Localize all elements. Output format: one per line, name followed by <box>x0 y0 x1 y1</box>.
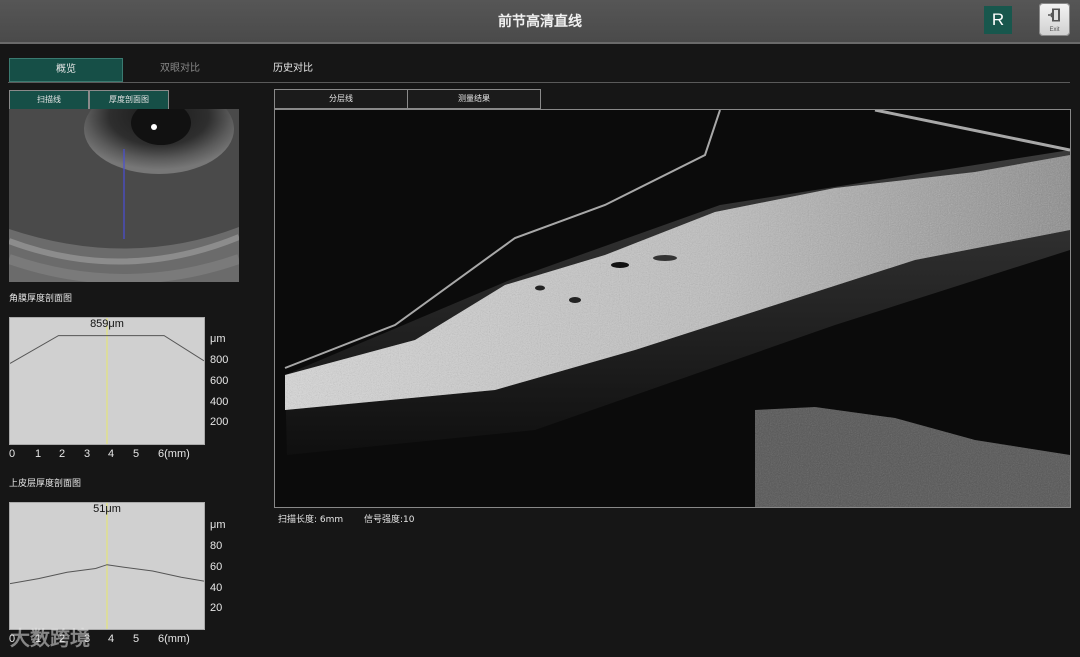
exit-door-icon <box>1048 8 1060 22</box>
watermark: 大数跨境 <box>10 626 90 650</box>
cornea-plot-area: 859μm <box>9 317 205 445</box>
oct-cross-section <box>275 110 1070 507</box>
epithelium-y-tick: 40 <box>210 582 223 594</box>
cornea-x-tick: 3 <box>84 448 91 460</box>
page-title: 前节高清直线 <box>498 14 582 30</box>
cornea-y-tick: 200 <box>210 416 229 428</box>
epithelium-y-tick: 80 <box>210 540 223 552</box>
tab-thickness-profile[interactable]: 厚度剖面图 <box>89 90 169 110</box>
epithelium-readout: 51μm <box>93 503 121 515</box>
cornea-chart-title: 角膜厚度剖面图 <box>9 294 73 304</box>
cornea-readout: 859μm <box>90 318 124 330</box>
main-tab-bar: 概览 双眼对比 历史对比 <box>8 58 1070 83</box>
exit-label: Exit <box>1049 27 1060 33</box>
cornea-x-tick: 2 <box>59 448 66 460</box>
cornea-x-tick: 1 <box>35 448 42 460</box>
cornea-y-tick: 600 <box>210 375 229 387</box>
tab-measurement-results[interactable]: 测量结果 <box>407 89 541 109</box>
cornea-x-tick: 0 <box>9 448 16 460</box>
tab-scan-line[interactable]: 扫描线 <box>9 90 89 110</box>
title-bar: 前节高清直线 R Exit <box>0 0 1080 44</box>
tab-history-compare[interactable]: 历史对比 <box>244 58 342 80</box>
cornea-thickness-chart <box>9 318 205 444</box>
epithelium-x-tick: 4 <box>108 633 115 645</box>
cornea-y-tick: 800 <box>210 354 229 366</box>
epithelium-thickness-chart <box>9 503 205 629</box>
signal-strength-status: 信号强度:10 <box>364 515 415 525</box>
epithelium-unit-label: μm <box>210 519 226 531</box>
cornea-x-tick: 4 <box>108 448 115 460</box>
epithelium-x-tick: 5 <box>133 633 140 645</box>
oct-scan-image[interactable] <box>274 109 1071 508</box>
exit-button[interactable]: Exit <box>1039 3 1070 36</box>
eye-scan-image[interactable] <box>9 109 239 282</box>
epithelium-y-tick: 20 <box>210 602 223 614</box>
eye-photo <box>9 109 239 282</box>
epithelium-y-tick: 60 <box>210 561 223 573</box>
cornea-y-tick: 400 <box>210 396 229 408</box>
epithelium-chart-title: 上皮层厚度剖面图 <box>9 479 82 489</box>
cornea-unit-label: μm <box>210 333 226 345</box>
right-eye-badge[interactable]: R <box>984 6 1012 34</box>
cornea-x-tick: 6(mm) <box>158 448 190 460</box>
tab-layer-lines[interactable]: 分层线 <box>274 89 408 109</box>
tab-binocular-compare[interactable]: 双眼对比 <box>128 58 232 80</box>
tab-overview[interactable]: 概览 <box>9 58 123 82</box>
cornea-x-tick: 5 <box>133 448 140 460</box>
epithelium-x-tick: 6(mm) <box>158 633 190 645</box>
scan-length-status: 扫描长度: 6mm <box>278 515 344 525</box>
epithelium-plot-area: 51μm <box>9 502 205 630</box>
